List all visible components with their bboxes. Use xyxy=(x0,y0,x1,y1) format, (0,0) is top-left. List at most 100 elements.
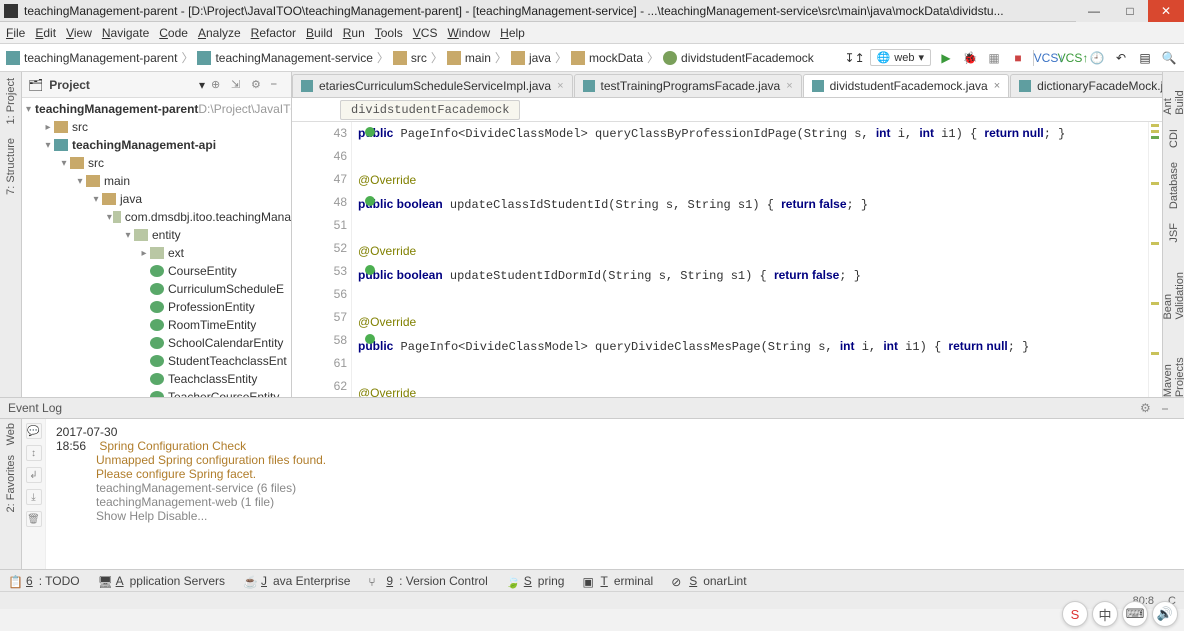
tree-row[interactable]: ▸src xyxy=(22,118,291,136)
tree-row[interactable]: CurriculumScheduleE xyxy=(22,280,291,298)
float-sogou-icon[interactable]: S xyxy=(1062,601,1088,627)
project-tree[interactable]: ▾teachingManagement-parent D:\Project\Ja… xyxy=(22,98,291,397)
menu-code[interactable]: Code xyxy=(159,26,188,40)
favorites-tab[interactable]: 2: Favorites xyxy=(5,455,17,512)
bottom-tab-applicationservers[interactable]: 🖥Application Servers xyxy=(98,574,225,588)
bottom-tab-spring[interactable]: 🍃Spring xyxy=(506,574,565,588)
tree-row[interactable]: ▸ext xyxy=(22,244,291,262)
filter-icon[interactable]: ↕ xyxy=(26,445,42,461)
tree-row[interactable]: ▾java xyxy=(22,190,291,208)
balloon-icon[interactable]: 💬 xyxy=(26,423,42,439)
editor-breadcrumb-chip[interactable]: dividstudentFacademock xyxy=(340,100,520,120)
tree-row[interactable]: ▾teachingManagement-api xyxy=(22,136,291,154)
tree-row[interactable]: ▾src xyxy=(22,154,291,172)
sync-icon[interactable]: ↧↥ xyxy=(846,49,864,67)
editor-tab[interactable]: dividstudentFacademock.java× xyxy=(803,74,1010,97)
close-icon[interactable]: × xyxy=(557,80,563,92)
right-tab-antbuild[interactable]: Ant Build xyxy=(1162,78,1184,115)
tree-row[interactable]: CourseEntity xyxy=(22,262,291,280)
menu-tools[interactable]: Tools xyxy=(375,26,403,40)
float-keyboard-icon[interactable]: ⌨ xyxy=(1122,601,1148,627)
close-icon[interactable]: × xyxy=(994,80,1000,92)
maximize-button[interactable]: □ xyxy=(1112,0,1148,22)
breadcrumb-src[interactable]: src xyxy=(393,51,427,65)
code-area[interactable]: 43464748515253565758616263 public PageIn… xyxy=(292,122,1162,397)
vcs-commit-button[interactable]: VCS↑ xyxy=(1064,49,1082,67)
bottom-tab-versioncontrol[interactable]: ⑂9: Version Control xyxy=(368,574,487,588)
menu-refactor[interactable]: Refactor xyxy=(251,26,296,40)
breadcrumb-java[interactable]: java xyxy=(511,51,551,65)
menu-view[interactable]: View xyxy=(66,26,92,40)
tree-row[interactable]: ▾main xyxy=(22,172,291,190)
scroll-end-icon[interactable]: ⤓ xyxy=(26,489,42,505)
tree-row[interactable]: StudentTeachclassEnt xyxy=(22,352,291,370)
search-everywhere-button[interactable]: 🔍 xyxy=(1160,49,1178,67)
event-log-body[interactable]: 2017-07-30 18:56 Spring Configuration Ch… xyxy=(46,419,1184,569)
hide-icon[interactable]: ⎯ xyxy=(1162,401,1176,415)
breadcrumb-mockData[interactable]: mockData xyxy=(571,51,643,65)
float-ime-icon[interactable]: 中 xyxy=(1092,601,1118,627)
minimize-button[interactable]: — xyxy=(1076,0,1112,22)
event-line-3[interactable]: Show Help Disable... xyxy=(56,509,1174,523)
gear-icon[interactable]: ⚙ xyxy=(251,78,265,92)
menu-analyze[interactable]: Analyze xyxy=(198,26,241,40)
menu-run[interactable]: Run xyxy=(343,26,365,40)
right-tab-cdi[interactable]: CDI xyxy=(1168,129,1180,148)
gear-icon[interactable]: ⚙ xyxy=(1140,401,1154,415)
breadcrumb-dividstudentFacademock[interactable]: dividstudentFacademock xyxy=(663,51,814,65)
menu-help[interactable]: Help xyxy=(500,26,525,40)
tree-row[interactable]: ▾entity xyxy=(22,226,291,244)
editor-tab[interactable]: etariesCurriculumScheduleServiceImpl.jav… xyxy=(292,74,573,97)
menu-window[interactable]: Window xyxy=(447,26,490,40)
editor-tab[interactable]: testTrainingProgramsFacade.java× xyxy=(574,74,802,97)
right-tab-database[interactable]: Database xyxy=(1168,162,1180,209)
tree-row[interactable]: ProfessionEntity xyxy=(22,298,291,316)
menu-vcs[interactable]: VCS xyxy=(413,26,438,40)
breadcrumb-teachingManagement-service[interactable]: teachingManagement-service xyxy=(197,51,372,65)
left-tab-structure[interactable]: 7: Structure xyxy=(5,138,17,195)
editor-tab[interactable]: dictionaryFacadeMock.java× xyxy=(1010,74,1162,97)
source-code[interactable]: public PageInfo<DivideClassModel> queryC… xyxy=(352,122,1148,397)
right-tab-jsf[interactable]: JSF xyxy=(1168,223,1180,243)
soft-wrap-icon[interactable]: ↲ xyxy=(26,467,42,483)
hide-icon[interactable]: ⎯ xyxy=(271,78,285,92)
collapse-all-icon[interactable]: ⇲ xyxy=(231,78,245,92)
menu-build[interactable]: Build xyxy=(306,26,333,40)
bottom-tab-terminal[interactable]: ▣Terminal xyxy=(582,574,653,588)
event-log-header[interactable]: Event Log ⚙ ⎯ xyxy=(0,397,1184,419)
run-config-select[interactable]: 🌐 web ▾ xyxy=(870,49,931,66)
tree-row[interactable]: TeachclassEntity xyxy=(22,370,291,388)
tree-row[interactable]: ▾com.dmsdbj.itoo.teachingMana xyxy=(22,208,291,226)
right-tab-mavenprojects[interactable]: Maven Projects xyxy=(1162,334,1184,397)
close-button[interactable]: ✕ xyxy=(1148,0,1184,22)
structure-button[interactable]: ▤ xyxy=(1136,49,1154,67)
left-tab-project[interactable]: 1: Project xyxy=(5,78,17,124)
right-tab-beanvalidation[interactable]: Bean Validation xyxy=(1162,256,1184,320)
coverage-button[interactable]: ▦ xyxy=(985,49,1003,67)
chevron-down-icon[interactable]: ▾ xyxy=(199,78,205,92)
menu-navigate[interactable]: Navigate xyxy=(102,26,149,40)
stop-button[interactable]: ■ xyxy=(1009,49,1027,67)
vcs-update-button[interactable]: VCS↓ xyxy=(1040,49,1058,67)
history-button[interactable]: 🕘 xyxy=(1088,49,1106,67)
run-button[interactable]: ▶ xyxy=(937,49,955,67)
error-stripe[interactable] xyxy=(1148,122,1162,397)
debug-button[interactable]: 🐞 xyxy=(961,49,979,67)
gutter[interactable]: 43464748515253565758616263 xyxy=(292,122,352,397)
tree-row[interactable]: TeacherCourseEntity xyxy=(22,388,291,397)
menu-edit[interactable]: Edit xyxy=(35,26,56,40)
breadcrumb-teachingManagement-parent[interactable]: teachingManagement-parent xyxy=(6,51,177,65)
menu-file[interactable]: File xyxy=(6,26,25,40)
tree-row-root[interactable]: ▾teachingManagement-parent D:\Project\Ja… xyxy=(22,100,291,118)
clear-icon[interactable]: 🗑 xyxy=(26,511,42,527)
close-icon[interactable]: × xyxy=(786,80,792,92)
web-tab[interactable]: Web xyxy=(5,423,17,445)
revert-button[interactable]: ↶ xyxy=(1112,49,1130,67)
bottom-tab-todo[interactable]: 📋6: TODO xyxy=(8,574,80,588)
tree-row[interactable]: RoomTimeEntity xyxy=(22,316,291,334)
scroll-from-source-icon[interactable]: ⊕ xyxy=(211,78,225,92)
float-speaker-icon[interactable]: 🔊 xyxy=(1152,601,1178,627)
tree-row[interactable]: SchoolCalendarEntity xyxy=(22,334,291,352)
bottom-tab-sonarlint[interactable]: ⊘SonarLint xyxy=(671,574,746,588)
breadcrumb-main[interactable]: main xyxy=(447,51,491,65)
